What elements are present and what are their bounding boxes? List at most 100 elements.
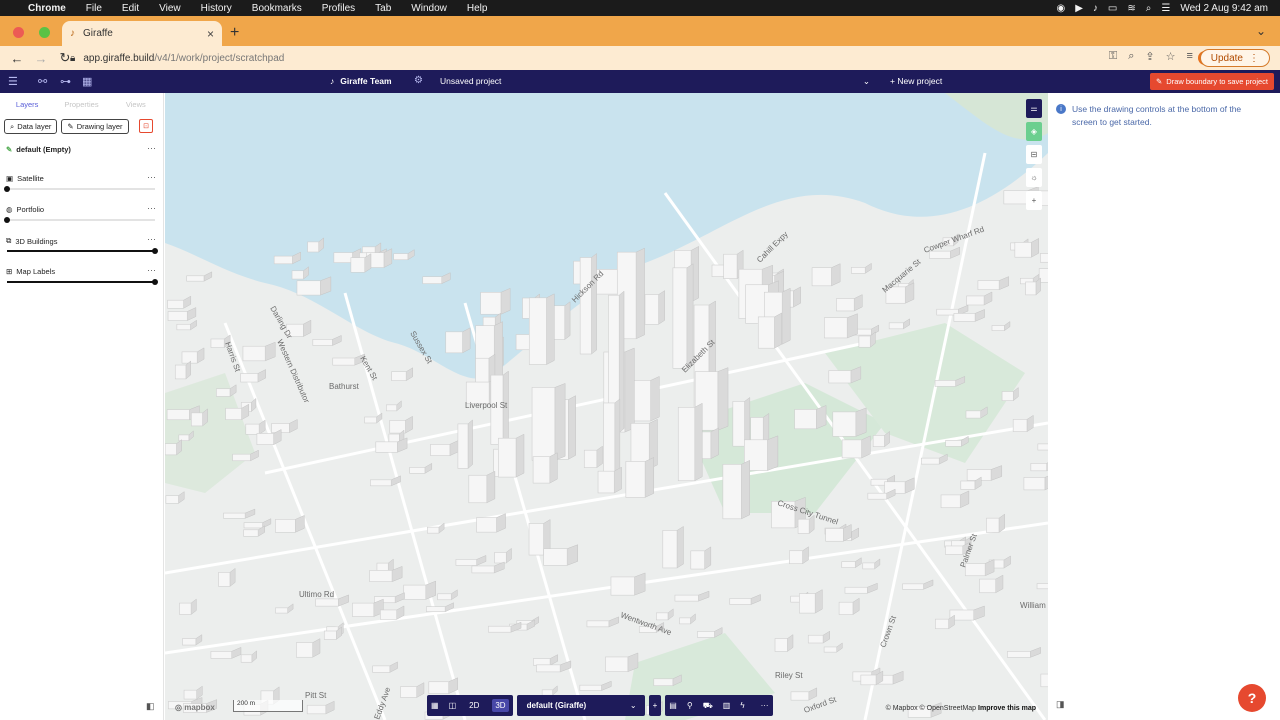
chart-icon[interactable]: ▥ (723, 701, 731, 710)
menu-view[interactable]: View (159, 3, 181, 14)
building (312, 339, 333, 346)
building (674, 594, 699, 602)
reading-list-icon[interactable]: ≡ (1187, 50, 1193, 63)
opacity-slider[interactable] (7, 279, 158, 285)
play-icon[interactable]: ▶ (1075, 3, 1083, 14)
help-button[interactable]: ? (1238, 684, 1266, 712)
lock-icon[interactable]: 🔒︎ (70, 53, 75, 64)
wifi-icon[interactable]: ≋ (1127, 3, 1135, 14)
drawing-layer-button[interactable]: ✎ Drawing layer (61, 119, 129, 134)
menu-bookmarks[interactable]: Bookmarks (252, 3, 302, 14)
project-selector[interactable]: Unsaved project ⌄ (440, 76, 870, 87)
table-icon[interactable]: ▦ (82, 75, 92, 88)
mode-2d-button[interactable]: 2D (466, 699, 482, 712)
volume-icon[interactable]: ♪ (1093, 3, 1098, 14)
building (644, 294, 659, 325)
more-icon[interactable]: ··· (147, 234, 156, 244)
team-selector[interactable]: ♪ Giraffe Team (330, 76, 392, 86)
add-layer-button[interactable]: + (648, 695, 662, 716)
menu-file[interactable]: File (86, 3, 102, 14)
new-tab-icon[interactable]: + (230, 24, 239, 42)
forward-icon[interactable]: → (34, 51, 48, 66)
more-icon[interactable]: ··· (147, 265, 156, 275)
tab-views[interactable]: Views (109, 100, 163, 109)
more-icon[interactable]: ··· (147, 203, 156, 213)
mode-3d-button[interactable]: 3D (492, 699, 509, 712)
menu-history[interactable]: History (201, 3, 232, 14)
link-icon[interactable]: ⚯ (38, 75, 47, 88)
sliders-icon[interactable]: ⚌ (1026, 99, 1042, 118)
search-icon[interactable]: ⌕ (1146, 3, 1152, 14)
layer-map-labels[interactable]: ⊞ Map Labels ··· (0, 265, 164, 293)
building (471, 565, 495, 574)
update-button[interactable]: Update ⋮ (1199, 49, 1270, 67)
data-layer-button[interactable]: ⌕ Data layer (4, 119, 58, 134)
improve-map-link[interactable]: Improve this map (978, 705, 1036, 712)
settings-icon[interactable]: ⚙ (414, 75, 423, 86)
window-close-button[interactable] (13, 27, 24, 38)
layer-options-icon[interactable]: ⊡ (139, 119, 153, 133)
menu-edit[interactable]: Edit (122, 3, 139, 14)
menu-window[interactable]: Window (411, 3, 447, 14)
bookmark-star-icon[interactable]: ☆ (1166, 50, 1176, 63)
map-canvas[interactable]: Bathurst Cross City Tunnel Wentworth Ave… (165, 93, 1048, 720)
map-icon[interactable]: ◫ (449, 701, 457, 710)
new-project-button[interactable]: + New project (890, 76, 942, 86)
hierarchy-icon[interactable]: ⊶ (60, 75, 71, 88)
layer-default[interactable]: ✎ default (Empty) ··· (0, 143, 164, 171)
layer-satellite[interactable]: ▣ Satellite ··· (0, 172, 164, 200)
attribution-text[interactable]: © Mapbox © OpenStreetMap (886, 705, 976, 712)
building (480, 292, 502, 315)
car-icon[interactable]: ⛟ (703, 701, 713, 711)
menu-tab[interactable]: Tab (375, 3, 391, 14)
ruler-icon[interactable]: ⊟ (1026, 145, 1042, 164)
zoom-in-icon[interactable]: + (1026, 191, 1042, 210)
tab-layers[interactable]: Layers (0, 100, 54, 109)
building (543, 548, 568, 566)
building (940, 494, 961, 509)
opacity-slider[interactable] (4, 186, 155, 192)
layer-portfolio[interactable]: ◍ Portfolio ··· (0, 203, 164, 231)
battery-icon[interactable]: ▭ (1108, 3, 1117, 14)
share-icon[interactable]: ⇪ (1145, 50, 1154, 63)
collapse-panel-icon[interactable]: ◨ (1056, 699, 1065, 710)
layers-icon[interactable]: ◈ (1026, 122, 1042, 141)
menu-help[interactable]: Help (467, 3, 488, 14)
layer-select[interactable]: default (Giraffe) ⌄ (516, 695, 645, 716)
pin-icon[interactable]: ⚲ (687, 701, 693, 710)
grid-icon[interactable]: ▦ (431, 701, 439, 710)
layer-3d-buildings[interactable]: ⧉ 3D Buildings ··· (0, 234, 164, 262)
screen-record-icon[interactable]: ◉ (1056, 3, 1065, 14)
more-icon[interactable]: ··· (147, 143, 156, 153)
browser-tab[interactable]: ♪ Giraffe × (62, 21, 222, 46)
building (291, 270, 304, 280)
tab-search-chevron-icon[interactable]: ⌄ (1256, 24, 1266, 38)
hamburger-menu-icon[interactable]: ☰ (8, 75, 18, 88)
collapse-sidebar-icon[interactable]: ◧ (146, 701, 155, 712)
key-icon[interactable]: ⚿ (1109, 50, 1117, 63)
bolt-icon[interactable]: ϟ (740, 701, 744, 710)
map-label: Bathurst (329, 382, 360, 391)
control-center-icon[interactable]: ☰ (1161, 3, 1170, 14)
map-view[interactable]: Bathurst Cross City Tunnel Wentworth Ave… (165, 93, 1048, 720)
window-zoom-button[interactable] (39, 27, 50, 38)
building (966, 295, 985, 306)
menu-profiles[interactable]: Profiles (322, 3, 355, 14)
more-icon[interactable]: ··· (147, 172, 156, 182)
sun-icon[interactable]: ☼ (1026, 168, 1042, 187)
building-icon[interactable]: ▤ (669, 701, 677, 710)
menu-datetime[interactable]: Wed 2 Aug 9:42 am (1180, 3, 1268, 14)
kebab-menu-icon[interactable]: ⋮ (1249, 53, 1259, 64)
close-icon[interactable]: × (207, 27, 214, 41)
more-icon[interactable]: ··· (761, 701, 769, 710)
back-icon[interactable]: ← (10, 51, 24, 66)
zoom-icon[interactable]: ⌕ (1128, 50, 1134, 63)
draw-boundary-button[interactable]: ✎ Draw boundary to save project (1149, 73, 1274, 90)
opacity-slider[interactable] (4, 217, 155, 223)
map-label: Liverpool St (465, 401, 508, 410)
opacity-slider[interactable] (7, 248, 158, 254)
tab-title: Giraffe (83, 28, 113, 39)
menu-app-name[interactable]: Chrome (28, 3, 66, 14)
address-bar[interactable]: 🔒︎ app.giraffe.build/v4/1/work/project/s… (70, 49, 1150, 67)
tab-properties[interactable]: Properties (54, 100, 108, 109)
